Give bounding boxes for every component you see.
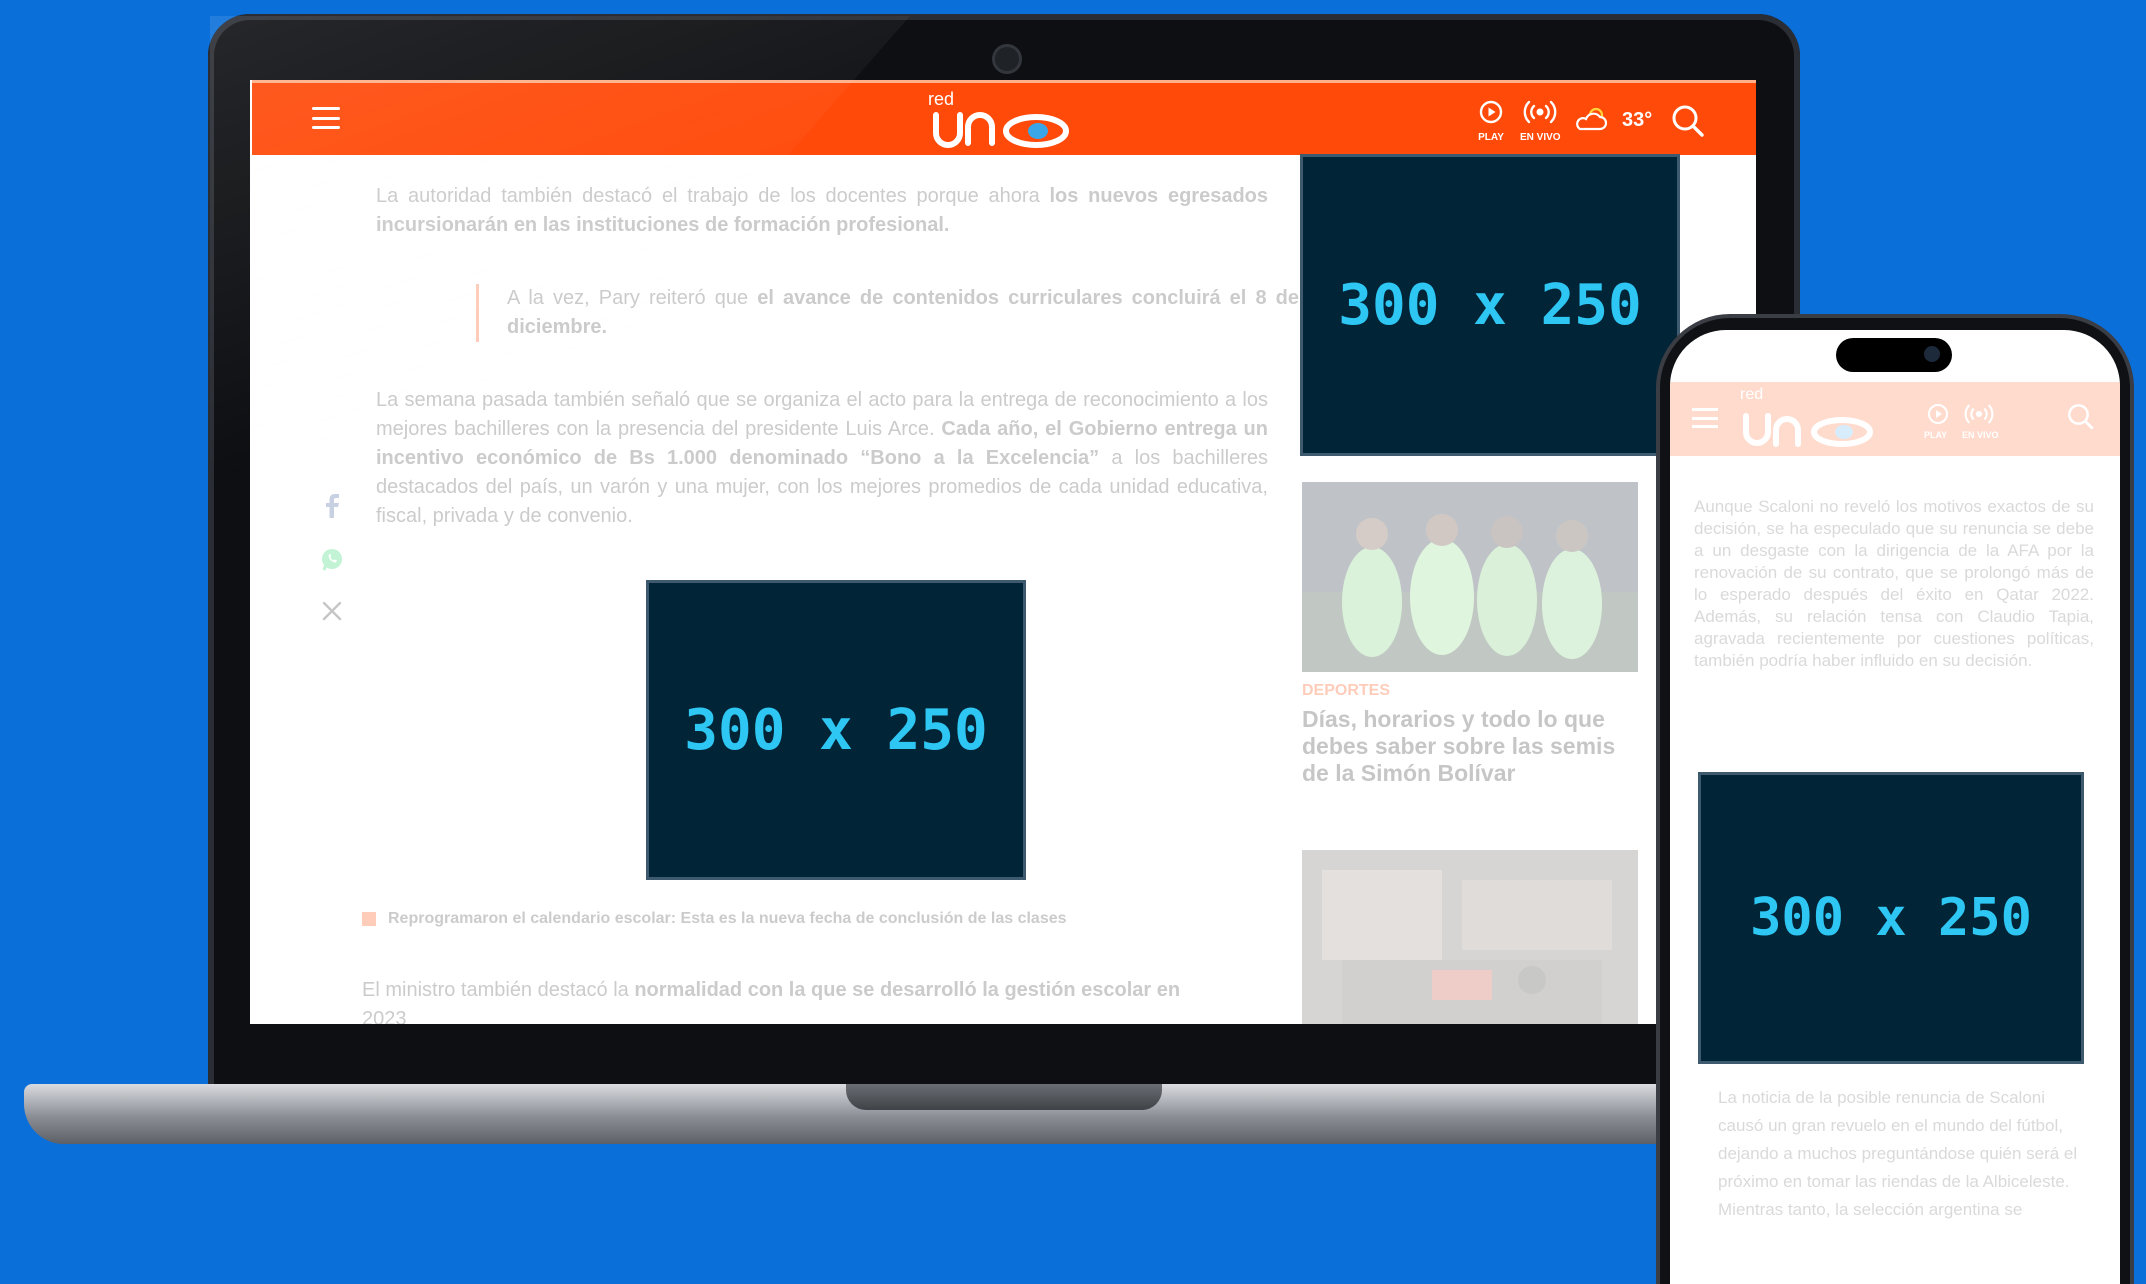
ad-banner-top-right[interactable]: 300 x 250 bbox=[1300, 154, 1680, 456]
x-twitter-icon[interactable] bbox=[321, 600, 343, 622]
related-bullet bbox=[362, 911, 376, 926]
sidebar-article-image-2[interactable] bbox=[1302, 850, 1638, 1024]
related-article-link[interactable]: Reprogramaron el calendario escolar: Est… bbox=[362, 910, 1067, 928]
phone-play-icon[interactable] bbox=[1926, 402, 1950, 426]
phone-play-label: PLAY bbox=[1924, 430, 1948, 440]
play-button[interactable]: PLAY bbox=[1478, 99, 1504, 143]
ad-banner-inline[interactable]: 300 x 250 bbox=[646, 580, 1026, 880]
share-bar bbox=[312, 492, 352, 622]
article-paragraph-3: El ministro también destacó la normalida… bbox=[362, 979, 1181, 1024]
site-header: red PLAY EN VIVO 33° bbox=[252, 80, 1756, 155]
article-quote: A la vez, Pary reiteró que el avance de … bbox=[476, 284, 1299, 342]
logo-red-text: red bbox=[928, 89, 955, 109]
sidebar-article-title[interactable]: Días, horarios y todo lo que debes saber… bbox=[1302, 706, 1622, 787]
live-label: EN VIVO bbox=[1520, 132, 1561, 143]
phone-paragraph-2: La noticia de la posible renuncia de Sca… bbox=[1718, 1088, 2078, 1219]
phone-camera bbox=[1924, 346, 1940, 362]
phone-screen: red PLAY EN VIVO Aunque Scaloni no revel… bbox=[1670, 330, 2120, 1284]
phone-live-icon[interactable] bbox=[1964, 402, 1994, 426]
laptop-screen: red PLAY EN VIVO 33° La autoridad tambié… bbox=[250, 80, 1756, 1024]
play-icon bbox=[1479, 100, 1503, 124]
laptop-hinge-notch bbox=[846, 1084, 1162, 1110]
phone-site-header: red PLAY EN VIVO bbox=[1670, 382, 2120, 456]
phone-live-label: EN VIVO bbox=[1962, 430, 1999, 440]
live-button[interactable]: EN VIVO bbox=[1520, 99, 1561, 143]
phone-paragraph-1: Aunque Scaloni no reveló los motivos exa… bbox=[1694, 497, 2094, 670]
weather-temperature: 33° bbox=[1622, 109, 1653, 131]
facebook-icon[interactable] bbox=[321, 492, 343, 518]
live-broadcast-icon bbox=[1523, 100, 1557, 124]
search-icon[interactable] bbox=[1670, 103, 1706, 139]
phone-ad-banner[interactable]: 300 x 250 bbox=[1698, 772, 2084, 1064]
whatsapp-icon[interactable] bbox=[319, 546, 345, 572]
sidebar-category[interactable]: DEPORTES bbox=[1302, 682, 1390, 700]
partly-cloudy-icon bbox=[1576, 107, 1608, 131]
article-paragraph-1: La autoridad también destacó el trabajo … bbox=[376, 185, 1268, 236]
phone-search-icon[interactable] bbox=[2066, 402, 2096, 432]
play-label: PLAY bbox=[1478, 132, 1504, 143]
menu-icon[interactable] bbox=[312, 107, 340, 129]
laptop-camera bbox=[992, 44, 1022, 74]
sidebar-article-image[interactable] bbox=[1302, 482, 1638, 672]
phone-site-logo[interactable] bbox=[1738, 396, 1888, 452]
article-paragraph-2: La semana pasada también señaló que se o… bbox=[376, 389, 1268, 527]
phone-menu-icon[interactable] bbox=[1692, 408, 1718, 428]
